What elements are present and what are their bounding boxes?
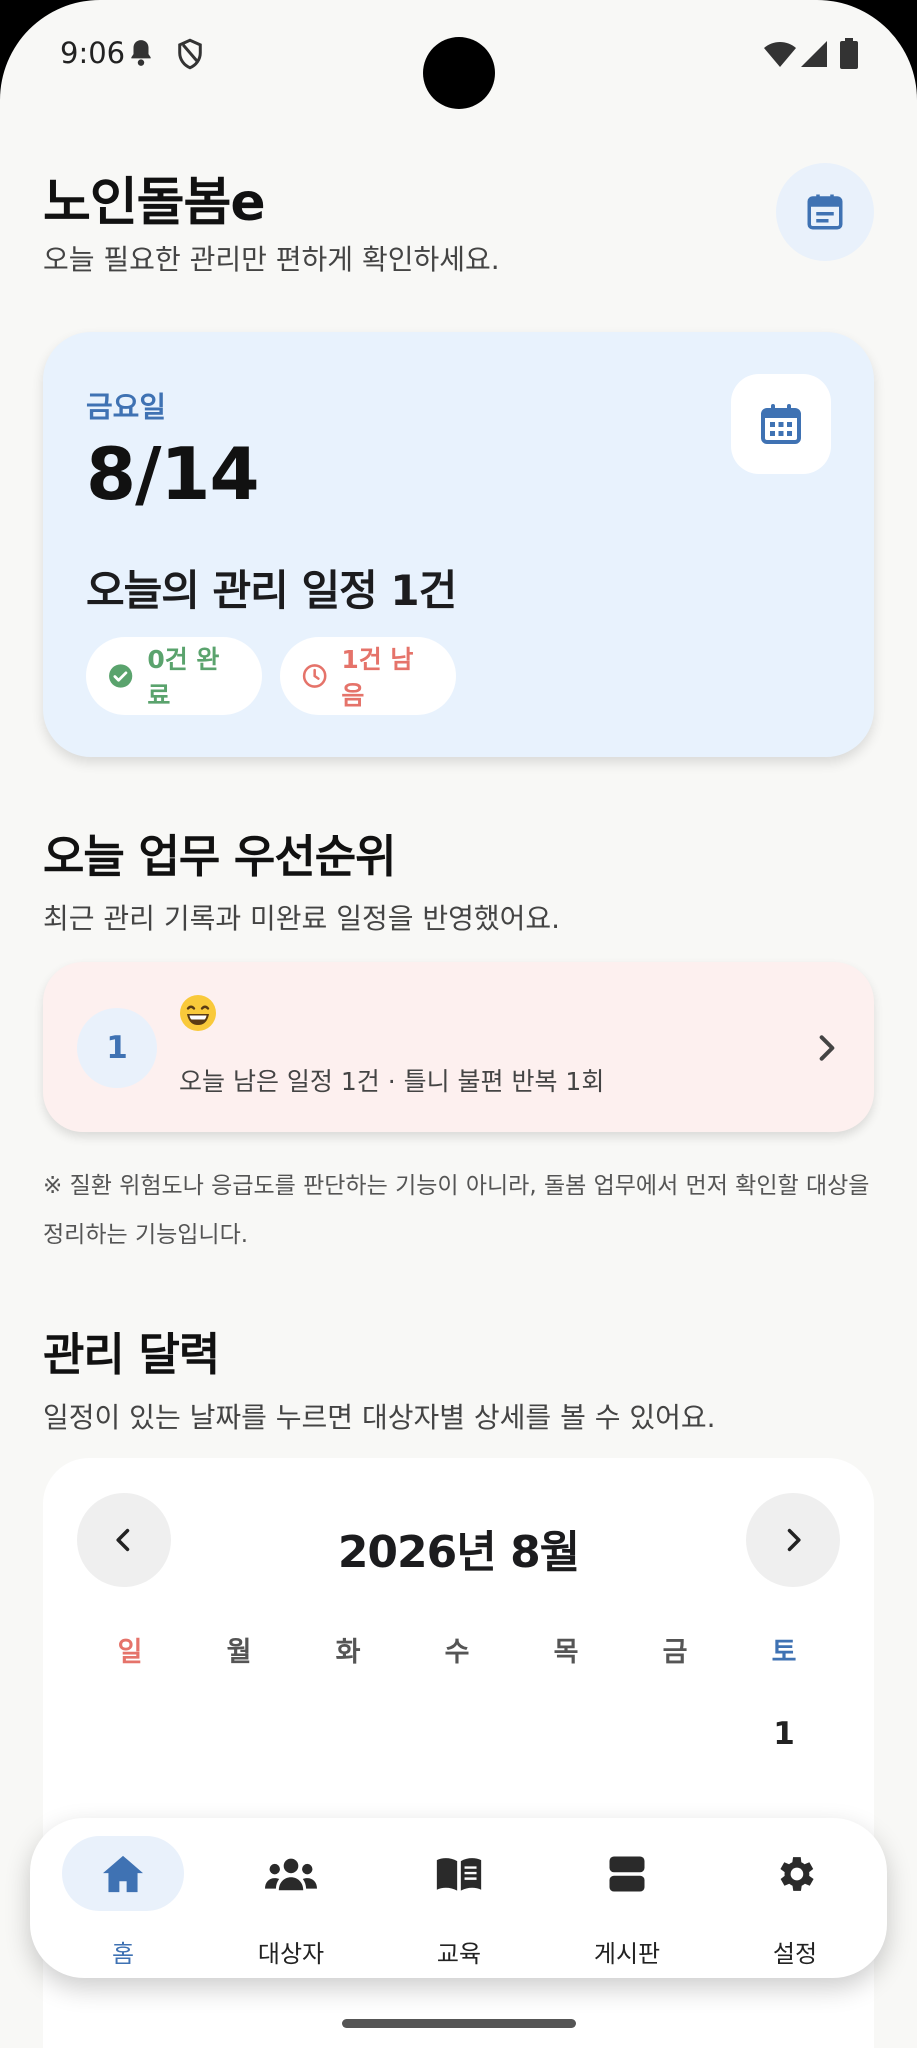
- nav-education-icon-bg: [398, 1836, 520, 1911]
- weekday-fri: 금: [662, 1637, 688, 1668]
- nav-home-icon-bg: [62, 1836, 184, 1911]
- next-month-button[interactable]: [746, 1493, 840, 1587]
- priority-notice: ※ 질환 위험도나 응급도를 판단하는 기능이 아니라, 돌봄 업무에서 먼저 …: [43, 1173, 870, 1248]
- app-subtitle: 오늘 필요한 관리만 편하게 확인하세요.: [43, 243, 500, 276]
- calendar-icon: [761, 404, 801, 444]
- home-icon: [103, 1855, 143, 1892]
- remaining-label: 1건 남음: [341, 645, 414, 710]
- nav-home-label: 홈: [111, 1940, 135, 1968]
- calendar-section-title: 관리 달력: [43, 1328, 220, 1381]
- header-calendar-button[interactable]: [776, 163, 874, 261]
- today-schedule-count: 오늘의 관리 일정 1건: [86, 566, 457, 615]
- priority-detail: 오늘 남은 일정 1건 · 틀니 불편 반복 1회: [179, 1067, 605, 1096]
- priority-section-subtitle: 최근 관리 기록과 미완료 일정을 반영했어요.: [43, 902, 561, 935]
- app-screen: 9:06 노인돌봄e 오늘 필요한 관리만 편하게 확인하세요. 금요일 8/1…: [0, 0, 917, 2048]
- weekday-tue: 화: [335, 1637, 361, 1668]
- completed-badge: 0건 완료: [86, 637, 262, 715]
- chevron-right-icon: [819, 1035, 835, 1061]
- nav-settings[interactable]: 설정: [734, 1836, 856, 1968]
- today-date: 8/14: [86, 432, 260, 516]
- grinning-face-emoji-icon: [180, 995, 216, 1031]
- weekday-thu: 목: [553, 1637, 579, 1668]
- calendar-section-subtitle: 일정이 있는 날짜를 누르면 대상자별 상세를 볼 수 있어요.: [43, 1401, 716, 1434]
- priority-rank: 1: [77, 1008, 157, 1088]
- today-calendar-badge: [731, 374, 831, 474]
- nav-board-label: 게시판: [593, 1940, 661, 1968]
- calendar-day[interactable]: 1: [754, 1716, 814, 1752]
- nav-education-label: 교육: [436, 1940, 482, 1968]
- bell-icon: [131, 40, 151, 66]
- check-circle-icon: [109, 664, 133, 688]
- signal-icon: [801, 41, 827, 67]
- nav-board[interactable]: 게시판: [566, 1836, 688, 1968]
- today-summary-card[interactable]: 금요일 8/14 오늘의 관리 일정 1건 0건 완료 1건 남음: [43, 332, 874, 757]
- app-title: 노인돌봄e: [43, 173, 266, 233]
- camera-cutout: [423, 37, 495, 109]
- priority-section-title: 오늘 업무 우선순위: [43, 830, 397, 883]
- board-icon: [609, 1856, 645, 1891]
- nav-settings-label: 설정: [772, 1940, 818, 1968]
- completed-label: 0건 완료: [147, 645, 220, 710]
- priority-item[interactable]: 1 오늘 남은 일정 1건 · 틀니 불편 반복 1회: [43, 962, 874, 1132]
- book-icon: [436, 1857, 482, 1891]
- nav-home[interactable]: 홈: [62, 1836, 184, 1968]
- clock-icon: [302, 664, 327, 688]
- wifi-icon: [764, 42, 796, 67]
- shield-icon: [178, 38, 202, 70]
- nav-board-icon-bg: [566, 1836, 688, 1911]
- nav-settings-icon-bg: [734, 1836, 856, 1911]
- weekday-wed: 수: [444, 1637, 470, 1668]
- nav-users-label: 대상자: [257, 1940, 325, 1968]
- nav-users-icon-bg: [230, 1836, 352, 1911]
- nav-education[interactable]: 교육: [398, 1836, 520, 1968]
- status-time: 9:06: [60, 36, 126, 70]
- bottom-nav: 홈 대상자 교육 게시판 설정: [30, 1818, 887, 1978]
- chevron-right-icon: [787, 1528, 801, 1552]
- nav-users[interactable]: 대상자: [230, 1836, 352, 1968]
- weekday-sat: 토: [771, 1637, 797, 1668]
- home-indicator[interactable]: [342, 2019, 576, 2028]
- calendar-icon: [807, 194, 843, 230]
- weekday-sun: 일: [117, 1637, 143, 1668]
- battery-icon: [840, 38, 858, 69]
- users-icon: [265, 1858, 317, 1890]
- gear-icon: [780, 1856, 814, 1891]
- today-weekday: 금요일: [86, 390, 167, 424]
- remaining-badge: 1건 남음: [280, 637, 456, 715]
- weekday-mon: 월: [226, 1637, 252, 1668]
